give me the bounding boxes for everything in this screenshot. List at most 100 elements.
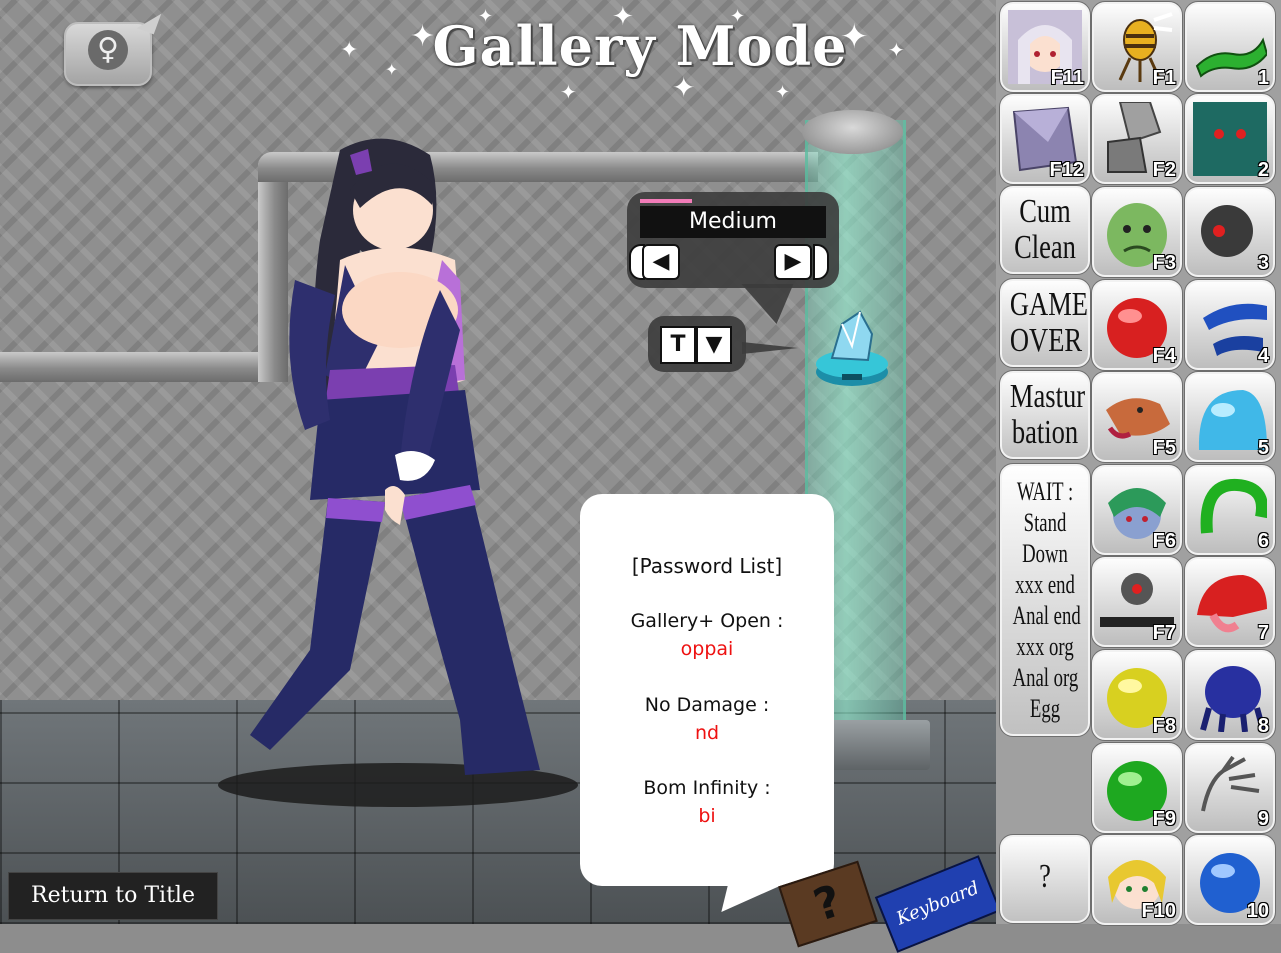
crystal-pedestal-icon[interactable] [812, 306, 892, 390]
tile-key-label: F7 [1152, 622, 1176, 644]
scene-tile-1[interactable]: 1 [1184, 1, 1276, 93]
clothing-toggle-panel: T ▼ [648, 316, 798, 372]
masturbation-label-line: bation [1011, 414, 1079, 451]
scene-tile-10[interactable]: 10 [1184, 834, 1276, 926]
sparkle-icon: ✦ [385, 60, 399, 79]
wait-option-xxx-org[interactable]: xxx org [1013, 631, 1078, 662]
password-entry-label: Bom Infinity : [643, 777, 771, 799]
scene-tile-f5[interactable]: F5 [1091, 371, 1183, 463]
password-list-card: [Password List] Gallery+ Open : oppai No… [580, 494, 834, 886]
wait-option-anal-end[interactable]: Anal end [1013, 600, 1081, 631]
password-entry-value: bi [698, 805, 716, 827]
scene-tile-3[interactable]: 3 [1184, 186, 1276, 278]
red-tongue-monster-icon [1197, 575, 1267, 633]
tile-key-label: 6 [1257, 530, 1269, 552]
gender-toggle-button[interactable]: ♀ [64, 22, 152, 86]
sparkle-icon: ✦ [478, 6, 494, 27]
scene-tile-f1[interactable]: F1 [1091, 1, 1183, 93]
wait-option-down[interactable]: Down [1013, 538, 1078, 569]
sparkle-icon: ✦ [840, 17, 869, 57]
tile-key-label: F5 [1152, 437, 1176, 459]
password-entry-value: nd [694, 722, 720, 744]
wait-option-anal-org[interactable]: Anal org [1013, 662, 1079, 693]
help-tile-label: ? [1039, 858, 1051, 895]
wait-title: WAIT : [1016, 477, 1074, 506]
cum-clean-label-line: Clean [1014, 229, 1076, 266]
scene-tile-8[interactable]: 8 [1184, 649, 1276, 741]
wait-option-xxx-end[interactable]: xxx end [1013, 569, 1078, 600]
masturbation-button[interactable]: Mastur bation [999, 370, 1091, 460]
scene-tile-f3[interactable]: F3 [1091, 186, 1183, 278]
clothing-bottom-toggle-button[interactable]: ▼ [696, 326, 732, 364]
scene-tile-6[interactable]: 6 [1184, 464, 1276, 556]
tile-key-label: F4 [1152, 345, 1176, 367]
tile-key-label: 3 [1257, 252, 1269, 274]
tile-key-label: F6 [1152, 530, 1176, 552]
tile-key-label: 4 [1257, 345, 1269, 367]
scene-tile-f10[interactable]: F10 [1091, 834, 1183, 926]
password-entry-label: Gallery+ Open : [630, 610, 784, 632]
blue-tentacle-icon [1203, 303, 1267, 356]
password-entry-label: No Damage : [644, 694, 770, 716]
tile-key-label: F2 [1152, 159, 1176, 181]
scene-tile-f4[interactable]: F4 [1091, 279, 1183, 371]
sparkle-icon: ✦ [560, 80, 577, 104]
wait-options-panel: WAIT : Stand Down xxx end Anal end xxx o… [999, 463, 1091, 737]
tile-key-label: F10 [1141, 900, 1176, 922]
tile-key-label: F9 [1152, 808, 1176, 830]
difficulty-label: Medium [640, 206, 826, 238]
scene-tile-7[interactable]: 7 [1184, 556, 1276, 648]
sparkle-icon: ✦ [672, 71, 696, 104]
scene-tile-f12[interactable]: F12 [999, 93, 1091, 185]
scene-tile-f11[interactable]: F11 [999, 1, 1091, 93]
scene-tile-f6[interactable]: F6 [1091, 464, 1183, 556]
red-eye-robot-icon [1201, 205, 1253, 257]
tile-key-label: 2 [1257, 159, 1269, 181]
difficulty-prev-button[interactable]: ◀ [642, 244, 680, 280]
scene-tile-f7[interactable]: F7 [1091, 556, 1183, 648]
tile-key-label: 1 [1257, 67, 1269, 89]
green-tentacle-icon [1195, 37, 1267, 78]
wait-option-stand[interactable]: Stand [1013, 507, 1078, 538]
cum-clean-button[interactable]: Cum Clean [999, 185, 1091, 275]
game-over-button[interactable]: GAME OVER [999, 278, 1091, 368]
scene-tile-4[interactable]: 4 [1184, 279, 1276, 371]
difficulty-selector: Medium ◀ ▶ [627, 192, 839, 288]
cum-clean-label-line: Cum [1019, 193, 1071, 230]
scene-tile-2[interactable]: 2 [1184, 93, 1276, 185]
blue-slime-blob-icon [1198, 390, 1267, 450]
tile-key-label: 8 [1257, 715, 1269, 737]
tile-key-label: 9 [1257, 808, 1269, 830]
game-over-label-line: GAME [1009, 286, 1088, 323]
clothing-top-toggle-button[interactable]: T [660, 326, 696, 364]
tile-key-label: 5 [1257, 437, 1269, 459]
password-list-title: [Password List] [631, 554, 783, 578]
help-tile-button[interactable]: ? [999, 834, 1091, 924]
tile-key-label: 10 [1246, 900, 1269, 922]
scene-tile-f2[interactable]: F2 [1091, 93, 1183, 185]
masturbation-label-line: Mastur [1009, 378, 1086, 415]
scene-tile-f9[interactable]: F9 [1091, 742, 1183, 834]
tile-key-label: F1 [1152, 67, 1176, 89]
scene-tile-f8[interactable]: F8 [1091, 649, 1183, 741]
tile-key-label: 7 [1257, 622, 1269, 644]
green-loop-tentacle-icon [1200, 478, 1267, 534]
scene-tile-5[interactable]: 5 [1184, 371, 1276, 463]
sparkle-icon: ✦ [410, 19, 436, 54]
tile-key-label: F8 [1152, 715, 1176, 737]
glass-tube-cap [802, 110, 903, 154]
tile-key-label: F3 [1152, 252, 1176, 274]
difficulty-indicator-bar [640, 199, 692, 203]
difficulty-cap-right [813, 244, 829, 280]
scene-selector-panel: F11 F12 Cum Clean GAME OVER Mastur batio… [996, 0, 1281, 926]
ninja-girl-character [218, 138, 578, 807]
female-symbol-icon: ♀ [88, 30, 128, 70]
sparkle-icon: ✦ [612, 2, 634, 32]
return-to-title-button[interactable]: Return to Title [8, 872, 218, 920]
navy-blob-monster-icon [1200, 666, 1266, 732]
difficulty-next-button[interactable]: ▶ [774, 244, 812, 280]
wait-option-egg[interactable]: Egg [1013, 693, 1078, 724]
scene-tile-9[interactable]: 9 [1184, 742, 1276, 834]
game-over-label-line: OVER [1009, 322, 1083, 359]
ghost-hand-icon [1201, 755, 1260, 812]
